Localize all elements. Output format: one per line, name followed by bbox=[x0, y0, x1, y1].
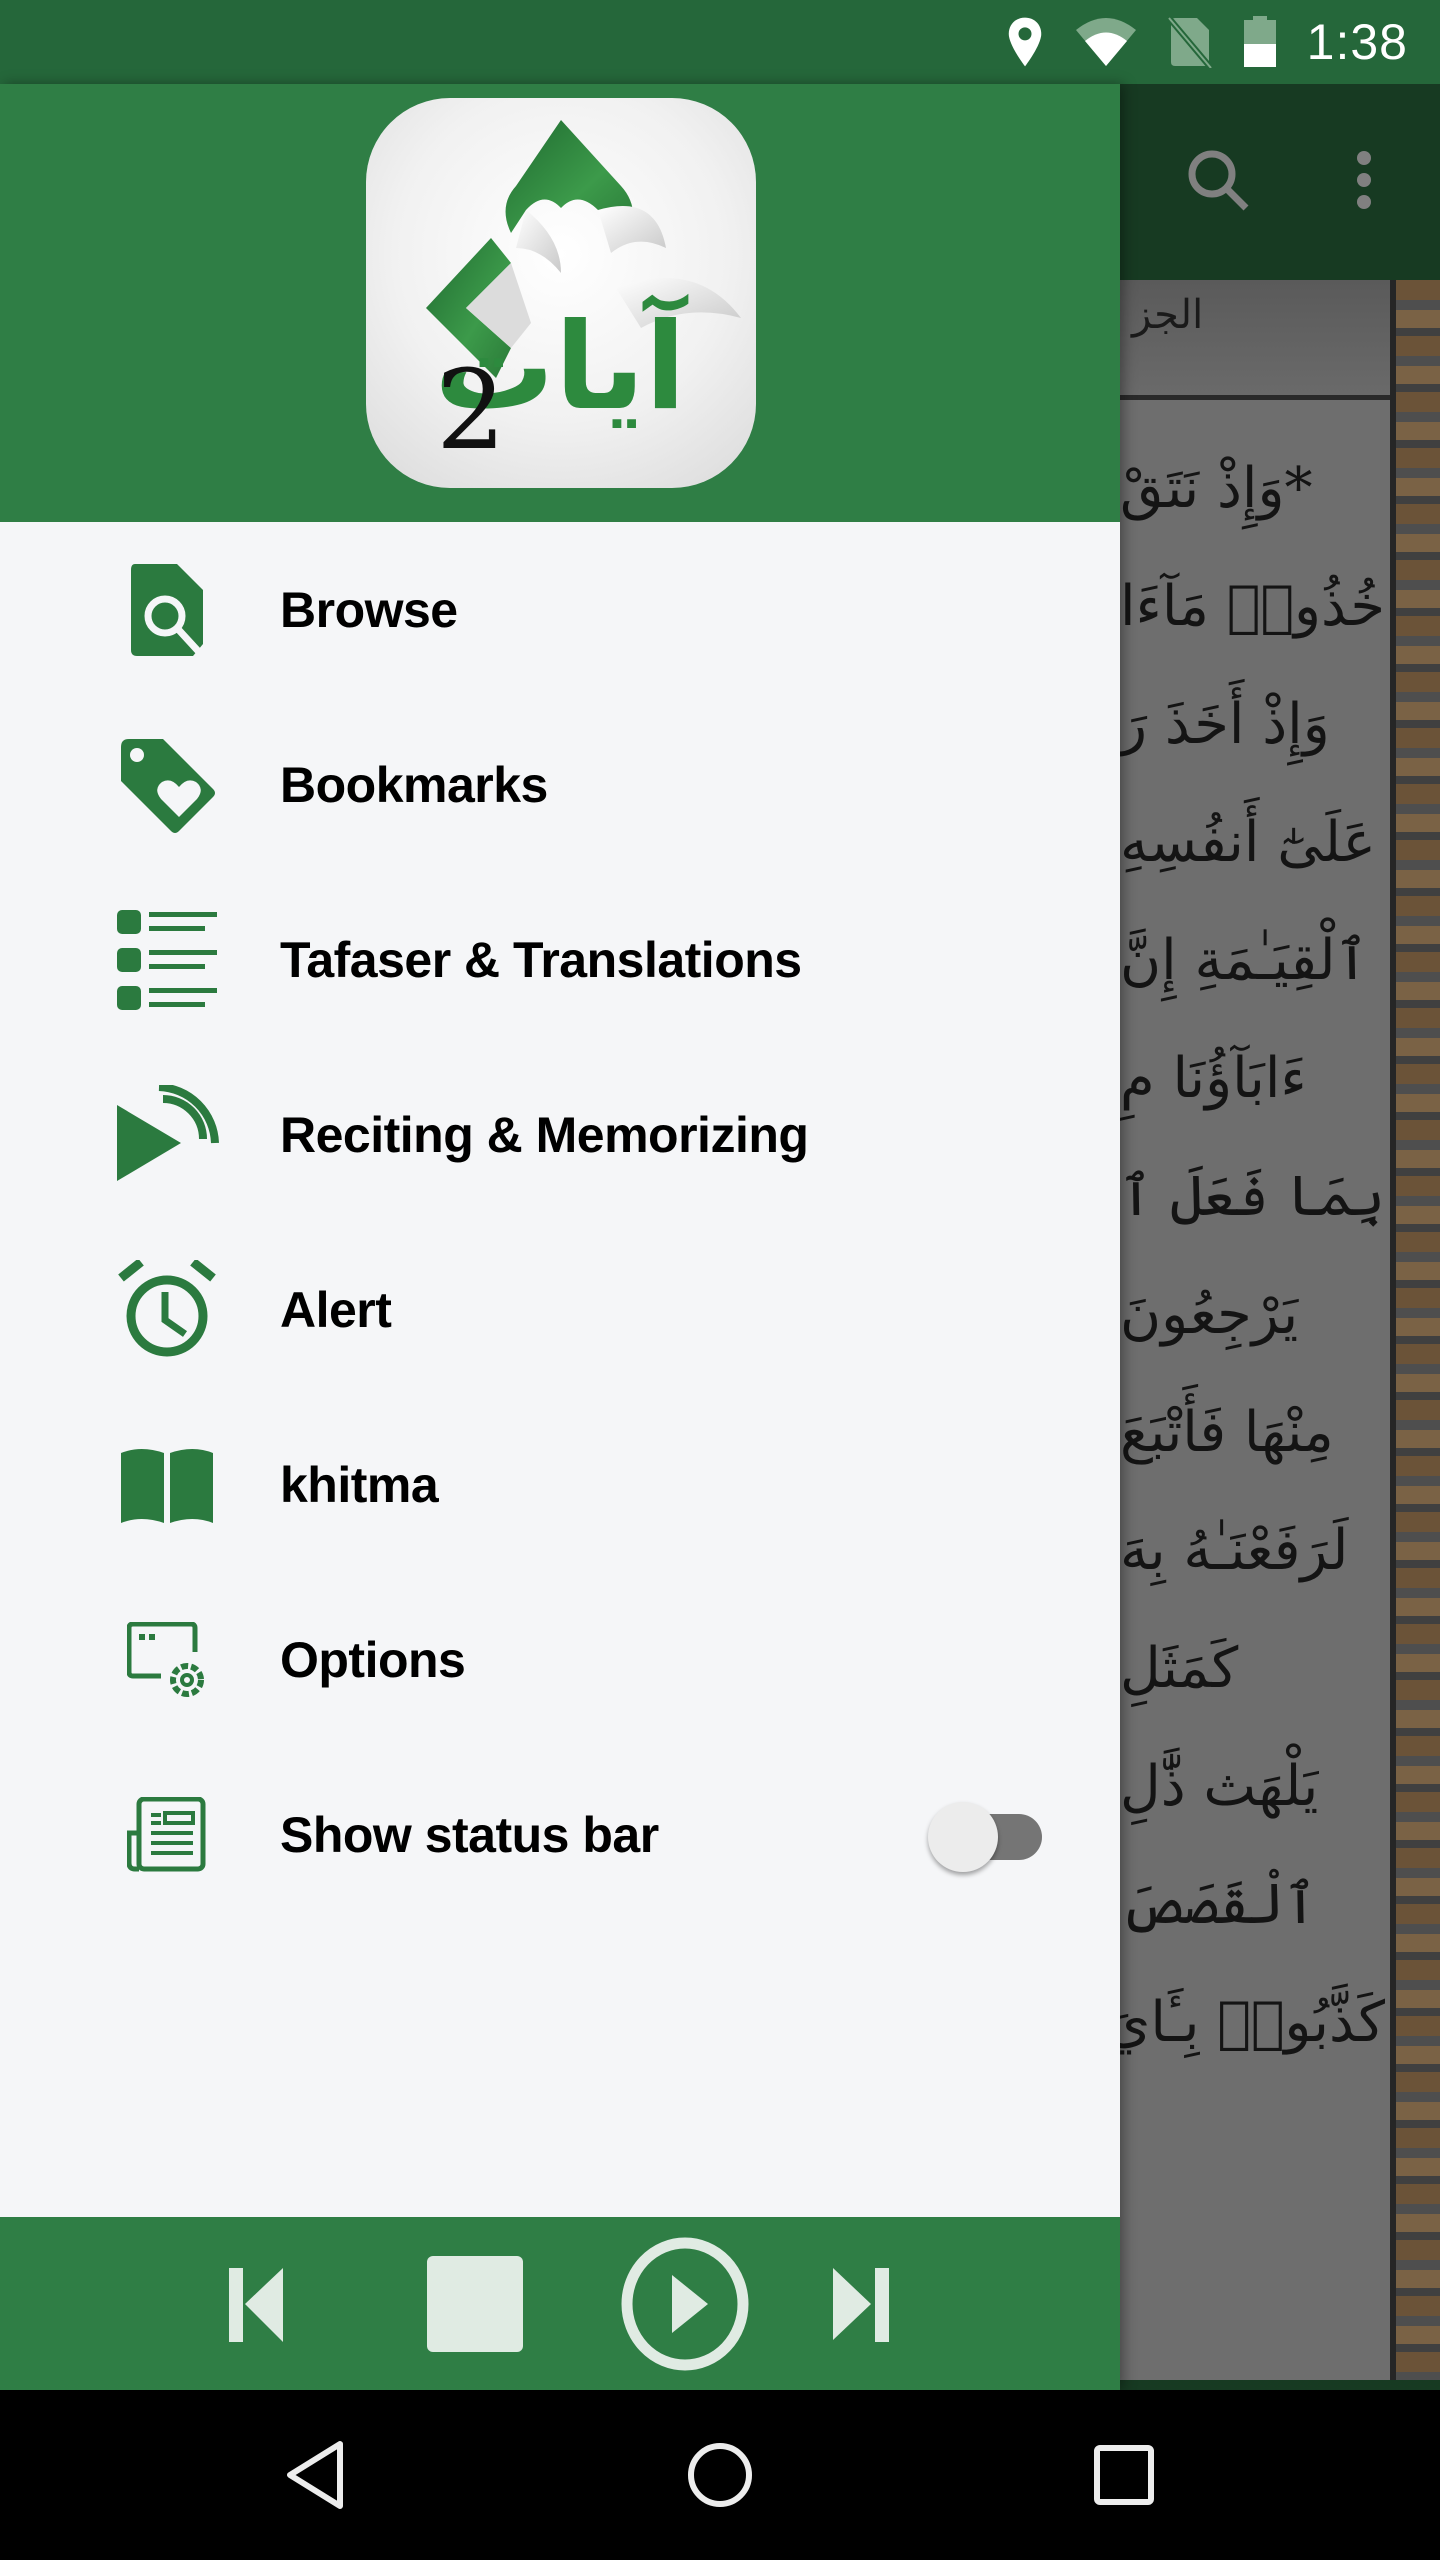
menu-item-khitma[interactable]: khitma bbox=[0, 1397, 1120, 1572]
skip-next-icon bbox=[833, 2267, 889, 2342]
wifi-icon bbox=[1075, 18, 1136, 66]
recents-icon bbox=[1094, 2445, 1154, 2505]
stop-button[interactable] bbox=[420, 2217, 530, 2390]
verse-line: بِمَا فَعَلَ ٱلْ bbox=[1120, 1164, 1385, 1229]
menu-item-show-status-bar[interactable]: Show status bar bbox=[0, 1747, 1120, 1922]
list-icon bbox=[112, 905, 222, 1015]
play-circle-icon bbox=[621, 2237, 749, 2370]
back-button[interactable] bbox=[236, 2390, 396, 2560]
verse-line: يَلْهَث ذَّٰلِ bbox=[1120, 1754, 1319, 1819]
verse-line: *وَإِذْ نَتَقْ bbox=[1120, 456, 1313, 521]
page-bottom-strip bbox=[1120, 2380, 1440, 2390]
menu-label-browse: Browse bbox=[280, 581, 458, 638]
drawer-header: آيات 2 bbox=[0, 84, 1120, 522]
stop-icon bbox=[427, 2255, 523, 2352]
system-navigation-bar bbox=[0, 2390, 1440, 2560]
location-icon bbox=[1008, 17, 1041, 67]
verse-line: مِنْهَا فَأَتْبَعَ bbox=[1120, 1400, 1334, 1465]
logo-number: 2 bbox=[436, 346, 506, 474]
play-button[interactable] bbox=[610, 2217, 760, 2390]
menu-item-tafaser-translations[interactable]: Tafaser & Translations bbox=[0, 872, 1120, 1047]
verse-line: ءَابَآؤُنَا مِ bbox=[1120, 1046, 1307, 1111]
reader-toolbar bbox=[1120, 84, 1440, 280]
search-icon[interactable] bbox=[1184, 146, 1254, 216]
open-book-icon bbox=[112, 1430, 222, 1540]
toggle-thumb bbox=[928, 1801, 998, 1872]
status-bar: 1:38 bbox=[0, 0, 1440, 84]
page-border-ornament bbox=[1390, 280, 1440, 2390]
menu-item-browse[interactable]: Browse bbox=[0, 522, 1120, 697]
more-vert-icon[interactable] bbox=[1354, 150, 1374, 214]
verse-line: ٱلْقِيَـٰمَةِ إِنَّ bbox=[1120, 928, 1369, 993]
skip-previous-icon bbox=[229, 2267, 283, 2342]
menu-label-tafaser-translations: Tafaser & Translations bbox=[280, 931, 802, 988]
navigation-drawer: آيات 2 Browse Bookmarks Tafaser & Transl… bbox=[0, 84, 1120, 2390]
background-quran-reader[interactable]: الجز *وَإِذْ نَتَقْ خُذُوا۟ مَآءَا وَإِذْ … bbox=[1120, 84, 1440, 2390]
menu-label-khitma: khitma bbox=[280, 1456, 439, 1513]
back-icon bbox=[287, 2441, 343, 2509]
verse-line: كَذَّبُوا۟ بِـَٔايَ bbox=[1120, 1990, 1385, 2055]
quran-page[interactable]: الجز *وَإِذْ نَتَقْ خُذُوا۟ مَآءَا وَإِذْ … bbox=[1120, 280, 1440, 2390]
menu-item-options[interactable]: Options bbox=[0, 1572, 1120, 1747]
window-settings-icon bbox=[112, 1605, 222, 1715]
menu-label-bookmarks: Bookmarks bbox=[280, 756, 548, 813]
skip-next-button[interactable] bbox=[800, 2217, 910, 2390]
status-time: 1:38 bbox=[1306, 14, 1408, 70]
newspaper-icon bbox=[112, 1780, 222, 1890]
verse-line: كَمَثَلِ bbox=[1120, 1636, 1239, 1701]
verse-line: عَلَىٰٓ أَنفُسِهِ bbox=[1120, 810, 1376, 875]
recents-button[interactable] bbox=[1044, 2390, 1204, 2560]
menu-label-options: Options bbox=[280, 1631, 466, 1688]
menu-label-alert: Alert bbox=[280, 1281, 392, 1338]
verse-line: يَرْجِعُونَ bbox=[1120, 1282, 1299, 1347]
verse-line: خُذُوا۟ مَآءَا bbox=[1120, 574, 1385, 639]
show-status-bar-toggle[interactable] bbox=[928, 1800, 1048, 1872]
audio-player-bar bbox=[0, 2217, 1120, 2390]
verse-line: لَرَفَعْنَـٰهُ بِهَ bbox=[1120, 1518, 1349, 1583]
home-icon bbox=[688, 2443, 752, 2507]
tag-heart-icon bbox=[112, 730, 222, 840]
battery-icon bbox=[1243, 16, 1276, 67]
menu-label-reciting-memorizing: Reciting & Memorizing bbox=[280, 1106, 809, 1163]
play-broadcast-icon bbox=[112, 1080, 222, 1190]
menu-item-reciting-memorizing[interactable]: Reciting & Memorizing bbox=[0, 1047, 1120, 1222]
menu-item-bookmarks[interactable]: Bookmarks bbox=[0, 697, 1120, 872]
alarm-clock-icon bbox=[112, 1255, 222, 1365]
verse-line: ٱلْقَصَصَ bbox=[1120, 1872, 1317, 1937]
home-button[interactable] bbox=[640, 2390, 800, 2560]
verse-line: وَإِذْ أَخَذَ رَ bbox=[1120, 692, 1330, 757]
drawer-menu: Browse Bookmarks Tafaser & Translations … bbox=[0, 522, 1120, 1922]
skip-previous-button[interactable] bbox=[210, 2217, 320, 2390]
no-sim-icon bbox=[1166, 16, 1213, 68]
juz-label: الجز bbox=[1132, 292, 1204, 338]
file-search-icon bbox=[112, 555, 222, 665]
verse-lines: *وَإِذْ نَتَقْ خُذُوا۟ مَآءَا وَإِذْ أَخَذ… bbox=[1120, 430, 1385, 2082]
menu-item-alert[interactable]: Alert bbox=[0, 1222, 1120, 1397]
menu-label-show-status-bar: Show status bar bbox=[280, 1806, 659, 1863]
app-logo: آيات 2 bbox=[366, 98, 756, 488]
